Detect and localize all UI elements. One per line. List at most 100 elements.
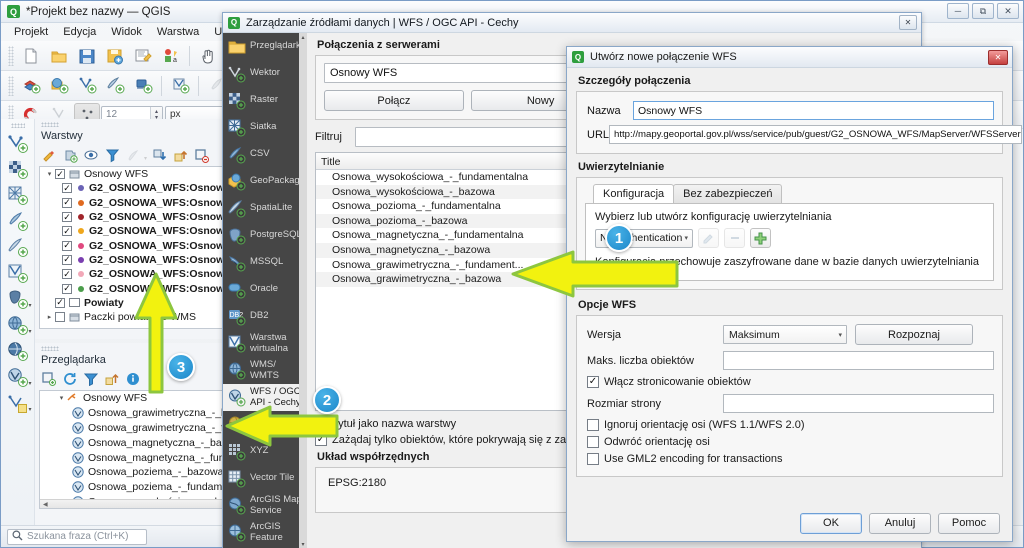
layer-row[interactable]: ✓G2_OSNOWA_WFS:Osnowa [40, 181, 222, 195]
add-raster-layer-side-icon[interactable] [3, 157, 33, 183]
menu-projekt[interactable]: Projekt [7, 25, 55, 39]
layer-visibility-checkbox[interactable]: ✓ [62, 269, 72, 279]
dsm-sidebar-item-geopackage[interactable]: GeoPackage [223, 168, 307, 195]
toolbar-grip-2[interactable] [8, 76, 14, 96]
dsm-sidebar-item-raster[interactable]: Raster [223, 87, 307, 114]
locator-search-input[interactable]: Szukana fraza (Ctrl+K) [7, 529, 147, 545]
remove-icon[interactable] [724, 228, 745, 248]
add-raster-layer-icon[interactable] [46, 74, 72, 98]
browser-item[interactable]: Osnowa_magnetyczna_-_fun [40, 450, 222, 465]
enable-paging-row[interactable]: ✓ Włącz stronicowanie obiektów [587, 376, 994, 388]
filter-browser-icon[interactable] [81, 370, 101, 389]
manage-visibility-icon[interactable] [81, 146, 101, 165]
ok-button[interactable]: OK [800, 513, 862, 534]
detect-button[interactable]: Rozpoznaj [855, 324, 973, 345]
add-group-icon[interactable] [60, 146, 80, 165]
refresh-icon[interactable] [60, 370, 80, 389]
dsm-sidebar-item-db2[interactable]: DB2DB2 [223, 303, 307, 330]
add-virtual-layer-side-icon[interactable] [3, 261, 33, 287]
browser-item[interactable]: Osnowa_grawimetryczna_-_fu [40, 421, 222, 436]
dsm-sidebar-item-wektor[interactable]: Wektor [223, 60, 307, 87]
menu-edycja[interactable]: Edycja [56, 25, 103, 39]
edit-pencil-icon[interactable] [698, 228, 719, 248]
dsm-sidebar-item-siatka[interactable]: Siatka [223, 114, 307, 141]
menu-warstwa[interactable]: Warstwa [150, 25, 206, 39]
save-project-as-icon[interactable] [102, 44, 128, 68]
layer-row[interactable]: ✓G2_OSNOWA_WFS:Osnowa [40, 253, 222, 267]
add-selected-layers-icon[interactable] [39, 370, 59, 389]
layer-visibility-checkbox[interactable] [55, 312, 65, 322]
row-expander-icon[interactable]: ▸ [44, 313, 55, 321]
restore-icon[interactable]: ⧉ [972, 3, 994, 19]
filter-expression-icon[interactable]: ▾ [123, 146, 143, 165]
chevron-down-icon[interactable]: ▾ [28, 302, 31, 309]
dsm-sidebar-item-vector-tile[interactable]: Vector Tile [223, 465, 307, 492]
connect-button[interactable]: Połącz [324, 90, 464, 111]
ignore-axis-checkbox[interactable] [587, 419, 599, 431]
dsm-sidebar-item-przegl-darka[interactable]: Przeglądarka [223, 33, 307, 60]
layer-visibility-checkbox[interactable]: ✓ [62, 226, 72, 236]
add-wcs-side-icon[interactable] [3, 339, 33, 365]
new-print-layout-icon[interactable] [130, 44, 156, 68]
save-project-icon[interactable] [74, 44, 100, 68]
add-plus-icon[interactable] [750, 228, 771, 248]
layer-visibility-checkbox[interactable]: ✓ [62, 241, 72, 251]
dsm-sidebar-item-wms-wmts[interactable]: WMS/ WMTS [223, 357, 307, 384]
menu-widok[interactable]: Widok [104, 25, 149, 39]
dsm-sidebar-item-spatialite[interactable]: SpatiaLite [223, 195, 307, 222]
dsm-close-icon[interactable]: ✕ [899, 15, 917, 30]
group-checkbox[interactable]: ✓ [55, 169, 65, 179]
add-virtual-layer-icon[interactable] [167, 74, 193, 98]
url-input[interactable]: http://mapy.geoportal.gov.pl/wss/service… [609, 125, 1022, 144]
toolbar-grip[interactable] [8, 46, 14, 66]
layer-row[interactable]: ✓G2_OSNOWA_WFS:Osnowa [40, 224, 222, 238]
minimize-icon[interactable]: ─ [947, 3, 969, 19]
open-project-icon[interactable] [46, 44, 72, 68]
add-postgis-side-icon[interactable]: ▾ [3, 287, 33, 313]
add-wfs-side-icon[interactable]: ▾ [3, 365, 33, 391]
layer-visibility-checkbox[interactable]: ✓ [62, 198, 72, 208]
gml2-row[interactable]: Use GML2 encoding for transactions [587, 453, 994, 465]
dsm-sidebar-item-oracle[interactable]: Oracle [223, 276, 307, 303]
invert-axis-row[interactable]: Odwróć orientację osi [587, 436, 994, 448]
add-vector-layer-side-icon[interactable] [3, 131, 33, 157]
pan-map-icon[interactable] [195, 44, 221, 68]
max-features-input[interactable] [723, 351, 994, 370]
add-mesh-layer-icon[interactable] [74, 74, 100, 98]
style-manager-icon[interactable]: a [158, 44, 184, 68]
version-combo[interactable]: Maksimum ▾ [723, 325, 847, 344]
layer-group-row[interactable]: ▾ ✓ Osnowy WFS [40, 167, 222, 181]
add-mesh-layer-side-icon[interactable] [3, 183, 33, 209]
browser-item[interactable]: Osnowa_magnetyczna_-_baz [40, 435, 222, 450]
gml2-checkbox[interactable] [587, 453, 599, 465]
chevron-down-icon[interactable]: ▾ [28, 380, 31, 387]
group-expander-icon[interactable]: ▾ [44, 170, 55, 178]
browser-expander-icon[interactable]: ▾ [56, 394, 67, 402]
layer-visibility-checkbox[interactable]: ✓ [62, 284, 72, 294]
name-input[interactable]: Osnowy WFS [633, 101, 994, 120]
add-delimited-text-icon[interactable] [102, 74, 128, 98]
browser-horizontal-scrollbar[interactable]: ◀ [40, 499, 222, 508]
layer-row[interactable]: ✓G2_OSNOWA_WFS:Osnowa [40, 196, 222, 210]
add-wms-side-icon[interactable]: ▾ [3, 313, 33, 339]
filter-legend-icon[interactable] [102, 146, 122, 165]
new-shapefile-side-icon[interactable]: ▾ [3, 391, 33, 417]
browser-item[interactable]: Osnowa_poziema_-_bazowa [40, 465, 222, 480]
remove-layer-icon[interactable] [191, 146, 211, 165]
dsm-sidebar-item-warstwa-wirtualna[interactable]: Warstwa wirtualna [223, 330, 307, 357]
open-style-manager-icon[interactable] [39, 146, 59, 165]
page-size-input[interactable] [723, 394, 994, 413]
invert-axis-checkbox[interactable] [587, 436, 599, 448]
layer-visibility-checkbox[interactable]: ✓ [62, 183, 72, 193]
dsm-sidebar-item-csv[interactable]: CSV [223, 141, 307, 168]
add-vector-layer-icon[interactable] [18, 74, 44, 98]
vtoolbar-grip[interactable] [11, 123, 25, 128]
wfs-close-icon[interactable]: ✕ [988, 50, 1008, 65]
chevron-down-icon[interactable]: ▾ [28, 328, 31, 335]
layer-row[interactable]: ✓G2_OSNOWA_WFS:Osnowa [40, 238, 222, 252]
tab-konfiguracja[interactable]: Konfiguracja [593, 184, 674, 203]
layer-visibility-checkbox[interactable]: ✓ [62, 255, 72, 265]
new-project-icon[interactable] [18, 44, 44, 68]
dsm-sidebar-item-arcgis-feature[interactable]: ArcGIS Feature [223, 519, 307, 546]
layer-visibility-checkbox[interactable]: ✓ [62, 212, 72, 222]
